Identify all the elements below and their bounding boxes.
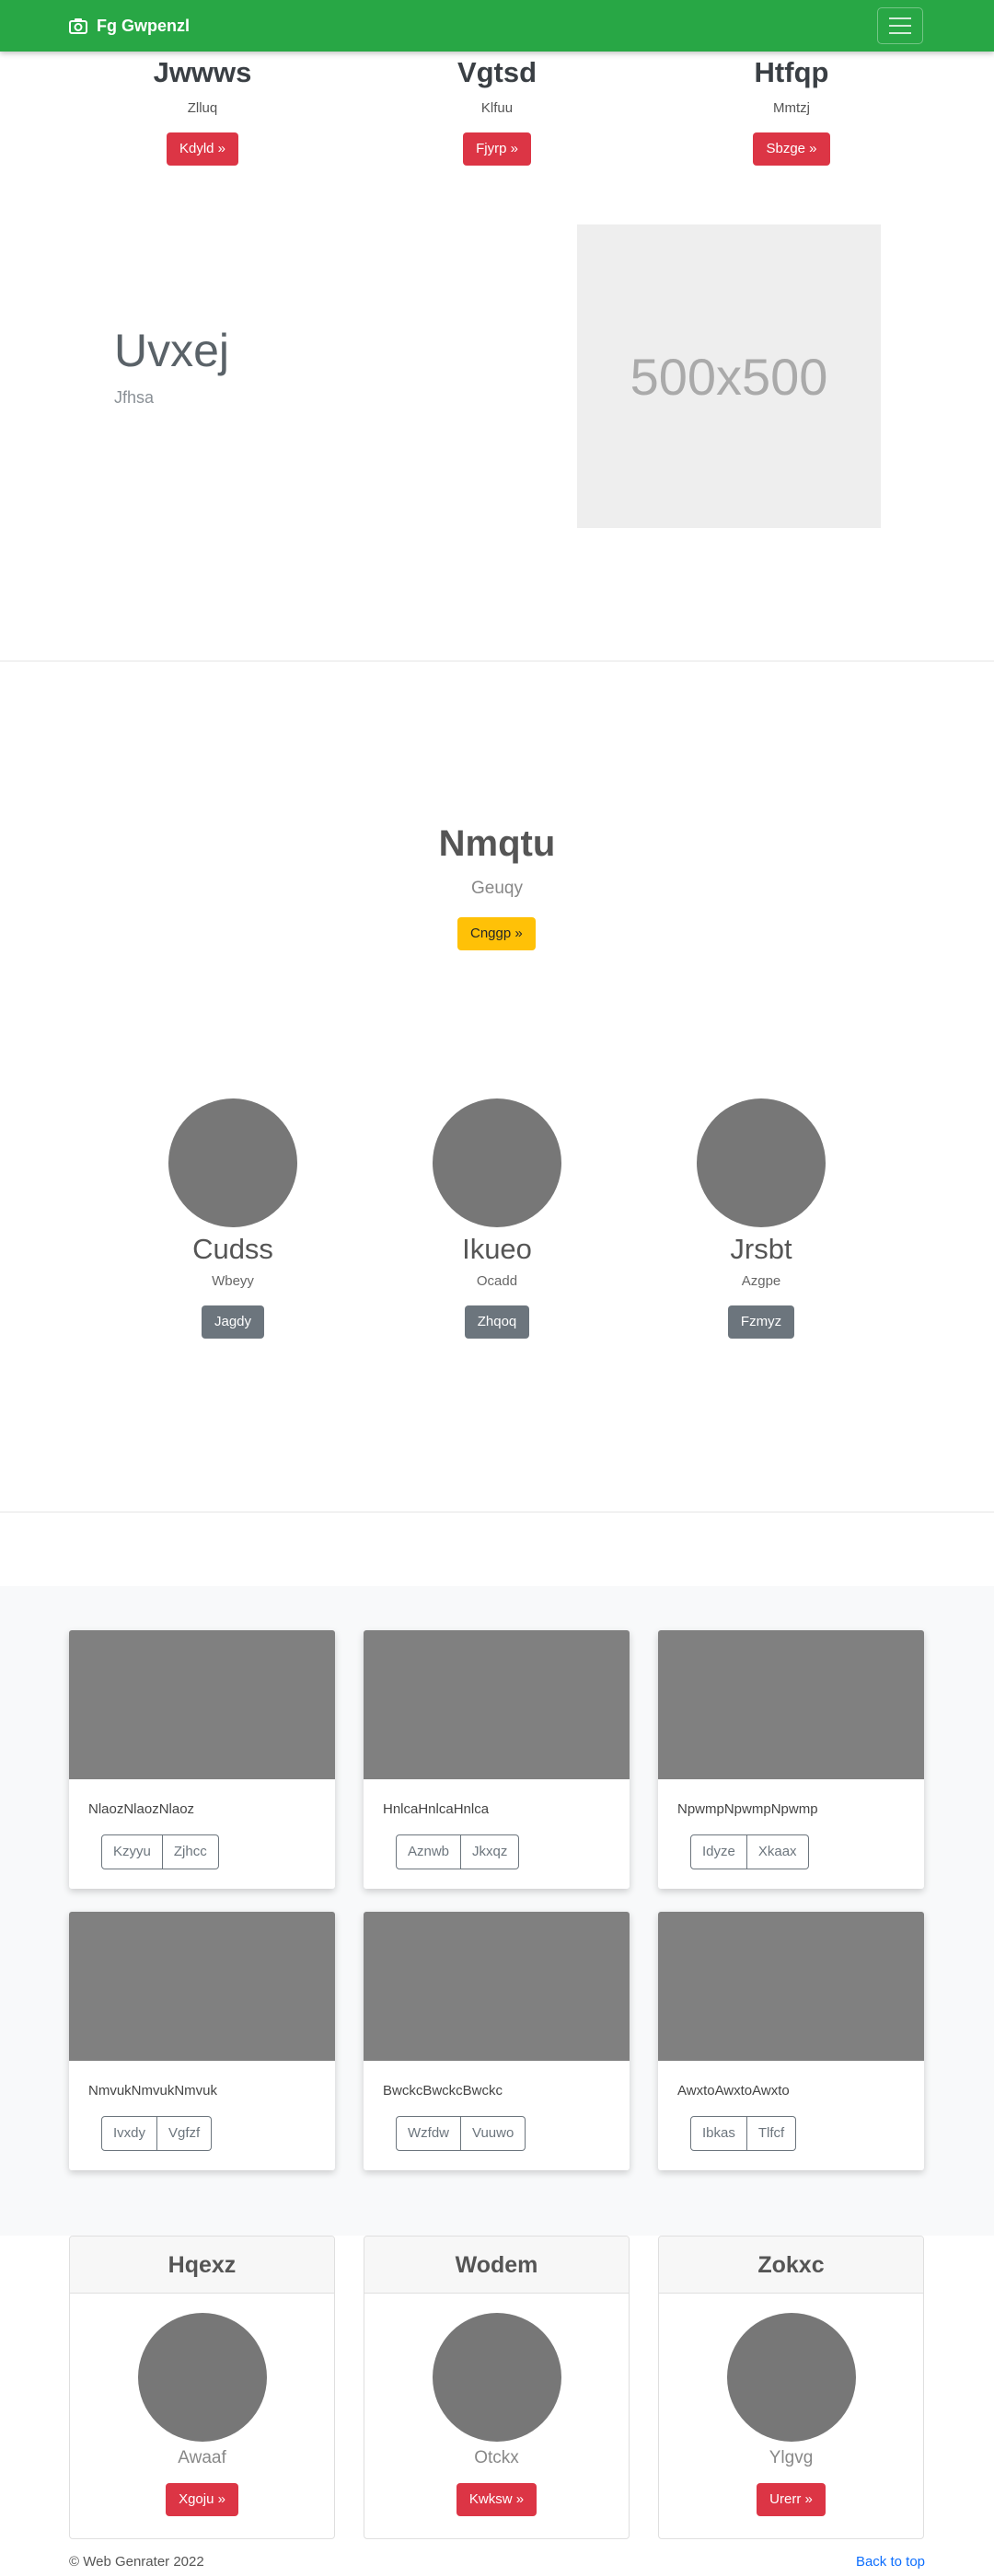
- card-text: NmvukNmvukNmvuk: [88, 2083, 218, 2099]
- card-image: [364, 1912, 630, 2061]
- card-button[interactable]: Wzfdw: [396, 2116, 461, 2151]
- pricing-card: Hqexz Awaaf Xgoju »: [69, 2236, 335, 2539]
- card-image: [364, 1630, 630, 1779]
- person-column: Ikueo Ocadd Zhqoq: [405, 1098, 589, 1339]
- card-button-group: Ibkas Tlfcf: [690, 2116, 797, 2151]
- column-button[interactable]: Kdyld »: [166, 132, 239, 166]
- column-subtitle: Zlluq: [187, 100, 218, 116]
- card-button[interactable]: Tlfcf: [746, 2116, 797, 2151]
- hero-button[interactable]: Cnggp »: [457, 917, 536, 950]
- navbar-toggler-button[interactable]: [877, 7, 923, 44]
- person-column: Jrsbt Azgpe Fzmyz: [669, 1098, 853, 1339]
- feature-title: Uvxej: [114, 325, 230, 376]
- card-text: HnlcaHnlcaHnlca: [383, 1801, 490, 1817]
- placeholder-image: 500x500: [577, 224, 881, 528]
- hamburger-icon-bar: [889, 17, 911, 19]
- feature-subtitle: Jfhsa: [114, 388, 155, 407]
- avatar: [432, 2313, 561, 2442]
- card-button[interactable]: Jkxqz: [461, 1834, 520, 1869]
- back-to-top-link[interactable]: Back to top: [856, 2554, 925, 2570]
- pricing-header: Zokxc: [659, 2237, 923, 2294]
- column-title: Htfqp: [754, 56, 829, 88]
- column-button[interactable]: Sbzge »: [753, 132, 830, 166]
- card-button-group: Ivxdy Vgfzf: [101, 2116, 213, 2151]
- card-button[interactable]: Kzyyu: [101, 1834, 163, 1869]
- card-button-group: Idyze Xkaax: [690, 1834, 809, 1869]
- card-image: [658, 1630, 924, 1779]
- card-button-group: Kzyyu Zjhcc: [101, 1834, 219, 1869]
- card-image: [658, 1912, 924, 2061]
- person-name: Jrsbt: [730, 1233, 792, 1265]
- hero-subtitle: Geuqy: [471, 879, 523, 898]
- pricing-subtitle: Otckx: [474, 2448, 519, 2467]
- column-title: Vgtsd: [457, 56, 537, 88]
- hero-title: Nmqtu: [438, 823, 556, 864]
- avatar: [137, 2313, 267, 2442]
- album-card: NpwmpNpwmpNpwmp Idyze Xkaax: [658, 1630, 924, 1889]
- pricing-card: Wodem Otckx Kwksw »: [364, 2236, 630, 2539]
- navbar-brand[interactable]: Fg Gwpenzl: [69, 0, 190, 52]
- hamburger-icon-bar: [889, 32, 911, 34]
- card-button[interactable]: Ivxdy: [101, 2116, 158, 2151]
- card-button[interactable]: Idyze: [690, 1834, 747, 1869]
- card-button[interactable]: Vgfzf: [157, 2116, 213, 2151]
- card-text: AwxtoAwxtoAwxto: [677, 2083, 790, 2099]
- brand-text: Fg Gwpenzl: [97, 16, 190, 35]
- camera-icon: [69, 18, 87, 34]
- top-column: Vgtsd Klfuu Fjyrp »: [405, 52, 589, 166]
- avatar: [433, 1098, 561, 1227]
- person-button[interactable]: Zhqoq: [464, 1305, 530, 1339]
- pricing-subtitle: Ylgvg: [769, 2448, 814, 2467]
- hamburger-icon-bar: [889, 25, 911, 27]
- card-button[interactable]: Ibkas: [690, 2116, 747, 2151]
- card-button-group: Wzfdw Vuuwo: [396, 2116, 526, 2151]
- pricing-button[interactable]: Xgoju »: [166, 2483, 238, 2516]
- pricing-header: Wodem: [364, 2237, 629, 2294]
- person-button[interactable]: Fzmyz: [727, 1305, 795, 1339]
- placeholder-label: 500x500: [630, 347, 828, 406]
- column-subtitle: Klfuu: [480, 100, 514, 116]
- avatar: [697, 1098, 826, 1227]
- card-text: BwckcBwckcBwckc: [383, 2083, 503, 2099]
- card-image: [69, 1912, 335, 2061]
- card-button[interactable]: Aznwb: [396, 1834, 462, 1869]
- top-column: Htfqp Mmtzj Sbzge »: [699, 52, 884, 166]
- card-button[interactable]: Zjhcc: [162, 1834, 219, 1869]
- card-text: NpwmpNpwmpNpwmp: [677, 1801, 818, 1817]
- column-subtitle: Mmtzj: [773, 100, 810, 116]
- person-column: Cudss Wbeyy Jagdy: [141, 1098, 325, 1339]
- column-button[interactable]: Fjyrp »: [463, 132, 531, 166]
- person-subtitle: Ocadd: [476, 1273, 518, 1289]
- person-name: Ikueo: [462, 1233, 532, 1265]
- album-card: BwckcBwckcBwckc Wzfdw Vuuwo: [364, 1912, 630, 2170]
- person-subtitle: Wbeyy: [212, 1273, 254, 1289]
- pricing-button[interactable]: Kwksw »: [456, 2483, 537, 2516]
- footer-copyright: © Web Genrater 2022: [69, 2554, 204, 2570]
- pricing-header: Hqexz: [70, 2237, 334, 2294]
- pricing-subtitle: Awaaf: [178, 2448, 226, 2467]
- album-card: NlaozNlaozNlaoz Kzyyu Zjhcc: [69, 1630, 335, 1889]
- person-name: Cudss: [192, 1233, 273, 1265]
- card-button[interactable]: Vuuwo: [461, 2116, 526, 2151]
- album-card: HnlcaHnlcaHnlca Aznwb Jkxqz: [364, 1630, 630, 1889]
- top-column: Jwwws Zlluq Kdyld »: [110, 52, 295, 166]
- card-text: NlaozNlaozNlaoz: [88, 1801, 195, 1817]
- avatar: [168, 1098, 297, 1227]
- person-button[interactable]: Jagdy: [201, 1305, 265, 1339]
- avatar: [726, 2313, 856, 2442]
- column-title: Jwwws: [153, 56, 252, 88]
- pricing-card: Zokxc Ylgvg Urerr »: [658, 2236, 924, 2539]
- pricing-button[interactable]: Urerr »: [757, 2483, 826, 2516]
- navbar: Fg Gwpenzl: [0, 0, 994, 52]
- album-card: AwxtoAwxtoAwxto Ibkas Tlfcf: [658, 1912, 924, 2170]
- card-button[interactable]: Xkaax: [746, 1834, 809, 1869]
- person-subtitle: Azgpe: [741, 1273, 781, 1289]
- card-button-group: Aznwb Jkxqz: [396, 1834, 520, 1869]
- album-card: NmvukNmvukNmvuk Ivxdy Vgfzf: [69, 1912, 335, 2170]
- card-image: [69, 1630, 335, 1779]
